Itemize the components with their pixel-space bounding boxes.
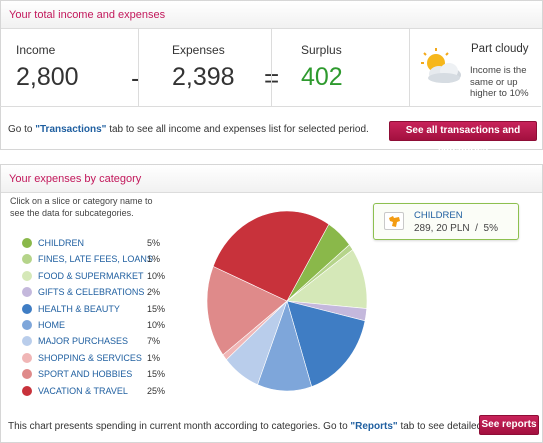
legend-color-dot	[22, 270, 32, 281]
legend-category-percent: 10%	[147, 320, 166, 330]
tooltip-category: CHILDREN	[414, 210, 463, 221]
hint-text: This chart presents spending in current …	[8, 421, 351, 432]
legend-color-dot	[22, 385, 32, 396]
legend-category-name[interactable]: VACATION & TRAVEL	[38, 386, 128, 396]
expenses-label: Expenses	[172, 43, 225, 57]
legend-item[interactable]: MAJOR PURCHASES 7%	[22, 334, 162, 350]
legend-color-dot	[22, 352, 32, 363]
legend-color-dot	[22, 320, 32, 330]
transactions-tab-link[interactable]: "Transactions"	[35, 124, 106, 135]
weather-title: Part cloudy	[471, 43, 529, 55]
see-reports-button[interactable]: See reports	[479, 415, 539, 435]
legend-category-name[interactable]: SPORT AND HOBBIES	[38, 369, 132, 379]
legend-category-name[interactable]: HEALTH & BEAUTY	[38, 304, 120, 314]
legend-color-dot	[22, 369, 32, 380]
legend-item[interactable]: FINES, LATE FEES, LOANS 1%	[22, 252, 162, 268]
pie-tooltip: CHILDREN 289, 20 PLN / 5%	[373, 203, 519, 240]
legend-item[interactable]: HEALTH & BEAUTY 15%	[22, 302, 166, 318]
legend-category-name[interactable]: SHOPPING & SERVICES	[38, 353, 142, 363]
see-all-transactions-button[interactable]: See all transactions and categories	[389, 121, 537, 154]
income-value: 2,800	[16, 63, 79, 91]
partly-cloudy-icon	[421, 48, 461, 83]
legend-item[interactable]: GIFTS & CELEBRATIONS 2%	[22, 285, 162, 301]
tooltip-amount: 289, 20 PLN / 5%	[414, 223, 498, 234]
legend-category-name[interactable]: HOME	[38, 320, 65, 330]
divider	[138, 29, 139, 107]
legend-item[interactable]: CHILDREN 5%	[22, 236, 162, 252]
legend-category-percent: 15%	[147, 303, 166, 314]
tooltip-separator: /	[475, 223, 478, 234]
legend-color-dot	[22, 336, 32, 347]
surplus-label: Surplus	[301, 43, 342, 57]
tooltip-percent: 5%	[483, 223, 498, 234]
weather-description: Income is the same or up higher to 10%	[470, 65, 529, 99]
legend-item[interactable]: SPORT AND HOBBIES 15%	[22, 367, 166, 383]
reports-hint: This chart presents spending in current …	[8, 421, 519, 432]
legend-item[interactable]: FOOD & SUPERMARKET 10%	[22, 269, 166, 285]
legend-category-percent: 5%	[147, 238, 161, 248]
surplus-value: 402	[301, 63, 343, 91]
legend-item[interactable]: HOME 10%	[22, 318, 166, 334]
children-category-icon	[384, 212, 404, 230]
hint-text: Go to	[8, 124, 36, 135]
divider	[271, 29, 272, 107]
legend-category-percent: 2%	[147, 287, 161, 298]
income-label: Income	[16, 43, 56, 57]
legend-category-name[interactable]: CHILDREN	[38, 238, 84, 248]
summary-stats: Income 2,800 - Expenses 2,398 = Surplus …	[0, 29, 541, 107]
reports-tab-link[interactable]: "Reports"	[350, 421, 397, 432]
legend-category-name[interactable]: FOOD & SUPERMARKET	[38, 271, 144, 281]
legend-category-percent: 25%	[147, 385, 166, 396]
hint-text: tab to see all income and expenses list …	[106, 124, 369, 135]
legend-color-dot	[22, 287, 32, 298]
legend-item[interactable]: SHOPPING & SERVICES 1%	[22, 351, 162, 367]
legend-category-percent: 1%	[147, 352, 161, 363]
chart-hint: Click on a slice or category name to see…	[10, 196, 153, 218]
transactions-hint: Go to "Transactions" tab to see all inco…	[8, 124, 369, 135]
panel-title-income-expenses: Your total income and expenses	[1, 1, 542, 29]
panel-title-expenses: Your expenses by category	[1, 165, 542, 193]
legend-category-percent: 1%	[147, 254, 161, 265]
divider	[409, 29, 410, 107]
expenses-pie-chart[interactable]	[195, 209, 380, 394]
legend-color-dot	[22, 254, 32, 265]
legend-category-name[interactable]: FINES, LATE FEES, LOANS	[38, 254, 153, 264]
expenses-value: 2,398	[172, 63, 235, 91]
tooltip-amount-value: 289, 20 PLN	[414, 223, 470, 234]
legend-category-name[interactable]: GIFTS & CELEBRATIONS	[38, 287, 144, 297]
legend-color-dot	[22, 238, 32, 248]
legend-color-dot	[22, 303, 32, 314]
legend-category-percent: 15%	[147, 369, 166, 380]
legend-item[interactable]: VACATION & TRAVEL 25%	[22, 384, 166, 400]
legend-category-percent: 7%	[147, 336, 161, 347]
legend-category-percent: 10%	[147, 270, 166, 281]
legend-category-name[interactable]: MAJOR PURCHASES	[38, 336, 128, 346]
